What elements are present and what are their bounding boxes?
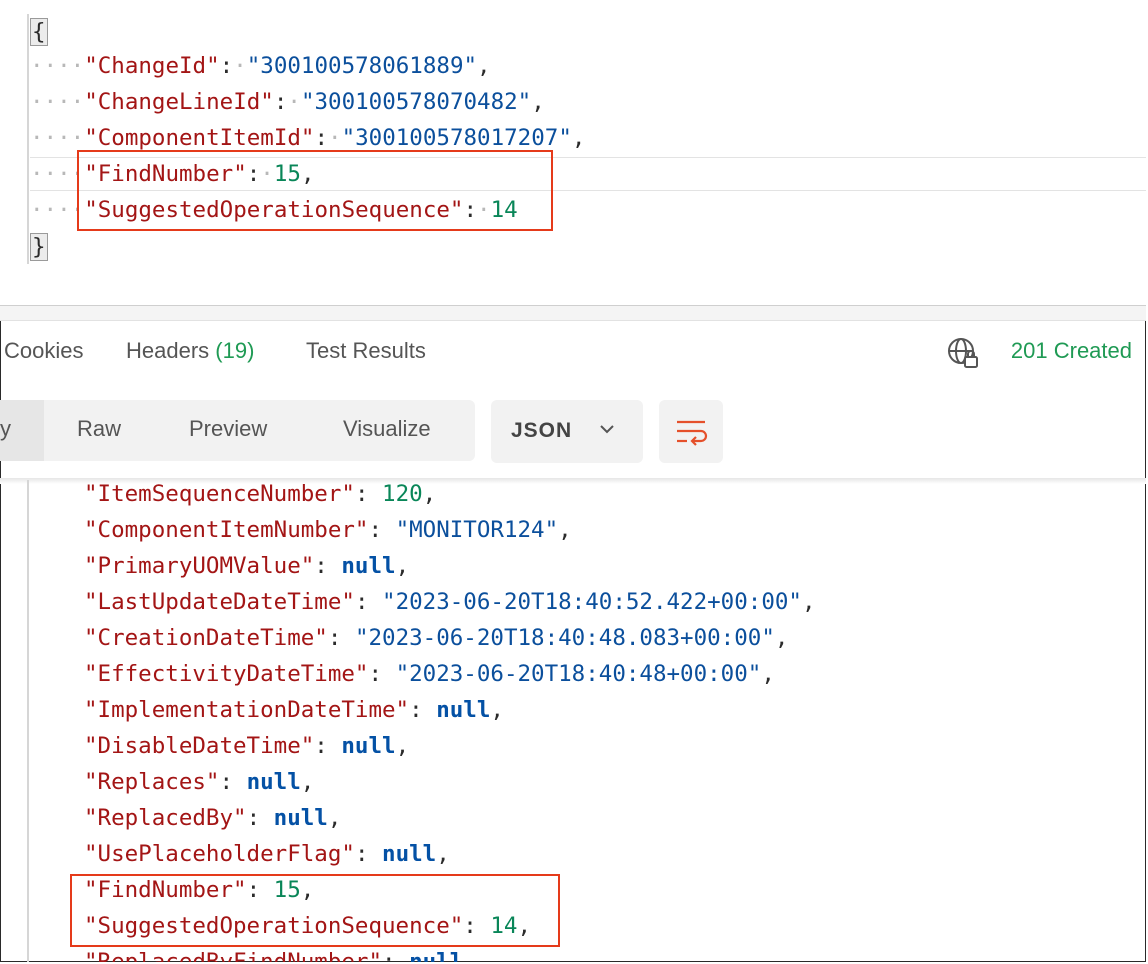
json-value: "300100578061889" (246, 53, 478, 79)
indent-guide (27, 14, 29, 264)
tab-headers[interactable]: Headers (19) (126, 338, 254, 364)
response-body-viewer[interactable]: "ItemSequenceNumber": 120, "ComponentIte… (0, 480, 1146, 962)
response-line: "ItemSequenceNumber": 120, (84, 481, 437, 507)
request-body-editor[interactable]: { ····"ChangeId":·"300100578061889", ···… (0, 0, 1146, 305)
response-line: "CreationDateTime": "2023-06-20T18:40:48… (84, 625, 789, 651)
request-open-brace-line: { (30, 14, 48, 48)
response-line: "ReplacedBy": null, (84, 805, 342, 831)
headers-count-badge: (19) (215, 338, 255, 363)
response-line: "EffectivityDateTime": "2023-06-20T18:40… (84, 661, 775, 687)
response-line: "ImplementationDateTime": null, (84, 697, 504, 723)
json-value: "300100578070482" (300, 89, 532, 115)
open-brace: { (30, 17, 48, 46)
response-tabs: Cookies Headers (19) Test Results 201 Cr… (0, 330, 1146, 376)
request-highlight-box (77, 150, 553, 231)
response-line: "Replaces": null, (84, 769, 315, 795)
format-select-value: JSON (511, 419, 573, 442)
request-line: ····"ChangeLineId":·"300100578070482", (30, 89, 545, 115)
view-mode-switcher: y Raw Preview Visualize (0, 400, 475, 461)
json-key: "ComponentItemId" (84, 125, 315, 151)
json-key: "ChangeLineId" (84, 89, 274, 115)
json-value: "300100578017207" (341, 125, 572, 151)
indent-guide (27, 480, 29, 962)
response-line: "DisableDateTime": null, (84, 733, 410, 759)
response-line: "UsePlaceholderFlag": null, (84, 841, 450, 867)
json-key: "ChangeId" (84, 53, 220, 79)
view-mode-preview[interactable]: Preview (189, 416, 267, 442)
chevron-down-icon (600, 425, 614, 434)
response-highlight-box (70, 874, 560, 947)
request-close-brace-line: } (30, 229, 48, 263)
view-mode-pretty[interactable]: y (0, 400, 44, 461)
view-mode-visualize[interactable]: Visualize (343, 416, 431, 442)
request-line: ····"ChangeId":·"300100578061889", (30, 53, 491, 79)
view-mode-pretty-label: y (0, 416, 11, 441)
response-line: "ComponentItemNumber": "MONITOR124", (84, 517, 572, 543)
tab-cookies[interactable]: Cookies (4, 338, 83, 364)
status-badge: 201 Created (1010, 338, 1132, 363)
response-line: "PrimaryUOMValue": null, (84, 553, 410, 579)
globe-lock-icon[interactable] (946, 336, 980, 370)
wrap-lines-button[interactable] (659, 400, 723, 463)
wrap-lines-icon (677, 420, 708, 446)
view-mode-raw[interactable]: Raw (77, 416, 121, 442)
response-line: "LastUpdateDateTime": "2023-06-20T18:40:… (84, 589, 816, 615)
close-brace: } (30, 232, 48, 261)
pane-resize-band[interactable] (0, 306, 1146, 321)
tab-test-results[interactable]: Test Results (306, 338, 426, 364)
format-select[interactable]: JSON (491, 400, 643, 463)
tab-headers-label: Headers (126, 338, 210, 363)
